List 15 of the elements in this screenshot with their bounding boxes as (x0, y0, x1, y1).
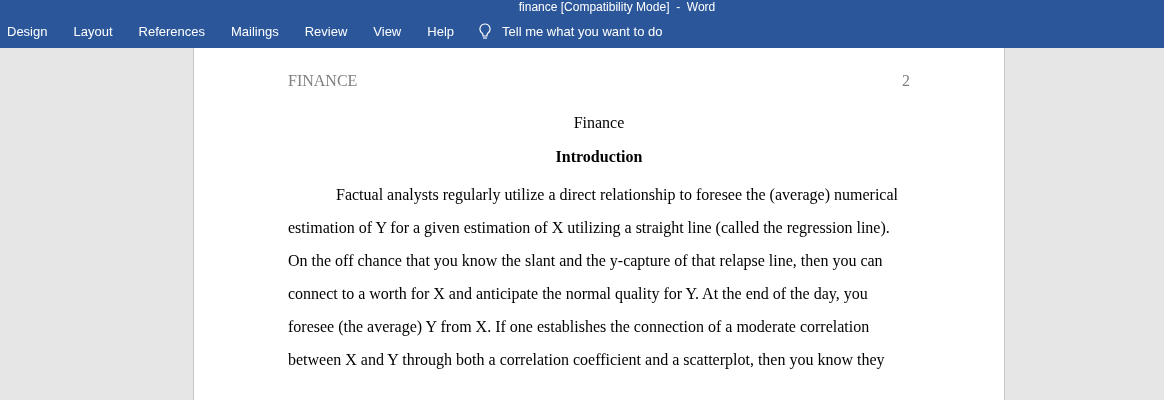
ribbon-tab[interactable]: Layout (60, 14, 126, 48)
ribbon-tab[interactable]: Help (414, 14, 467, 48)
lightbulb-icon (479, 22, 491, 40)
window-title: finance [Compatibility Mode] - Word (518, 0, 716, 14)
page-number: 2 (902, 71, 910, 91)
body-paragraph: Factual analysts regularly utilize a direct relationship to foresee the (average) numerical estimation of Y for a given estimation of X utilizing a straight line (called the regression line). On the off chance that you know the slant and the y-capture of that relapse line, then you can connect to a worth for X and anticipate the normal quality for Y. At the end of the day, you foresee (the average) Y from X. If one establishes the connection of a moderate correlation between X and Y through both a correlation coefficient and a scatterplot, then you know they (288, 185, 899, 371)
ribbon-tab[interactable]: Mailings (218, 14, 292, 48)
section-heading: Introduction (554, 148, 644, 166)
ribbon-tab[interactable]: View (360, 14, 415, 48)
running-head: FINANCE (288, 71, 358, 91)
ribbon-tab[interactable]: Review (291, 14, 361, 48)
tell-me-field[interactable]: Tell me what you want to do (500, 22, 704, 40)
ribbon-tab[interactable]: References (125, 14, 218, 48)
ribbon-tab[interactable]: Design (0, 14, 61, 48)
document-title: Finance (572, 114, 626, 132)
